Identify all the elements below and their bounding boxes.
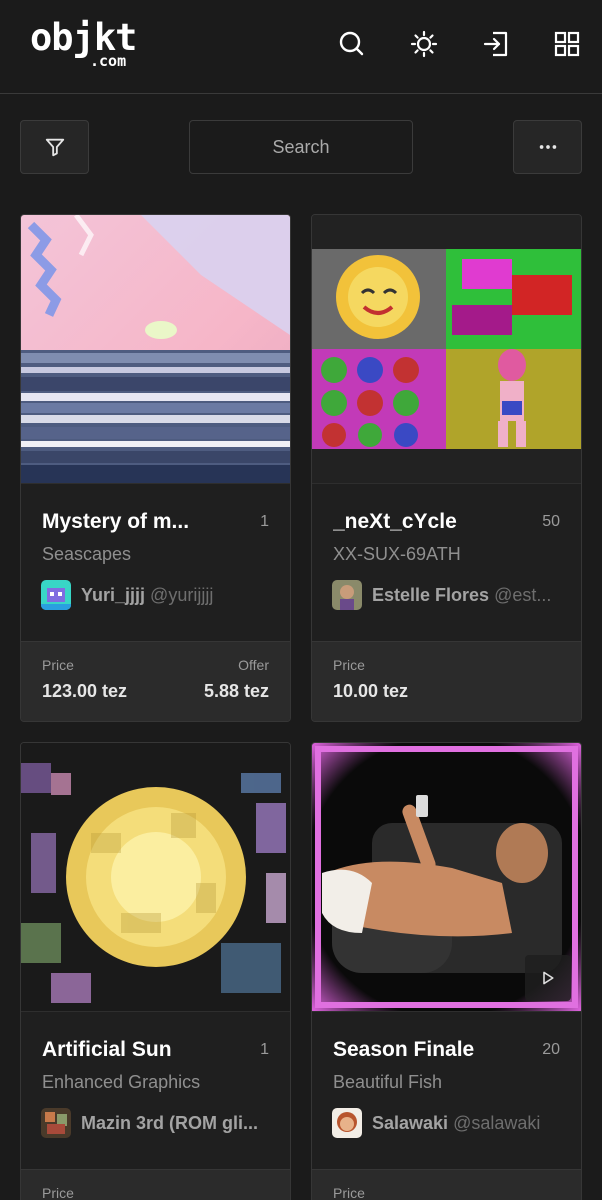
collection-name[interactable]: XX-SUX-69ATH — [333, 544, 461, 565]
token-card[interactable]: _neXt_cYcle 50 XX-SUX-69ATH Estelle Flor… — [311, 214, 582, 722]
creator-handle: @est... — [494, 584, 552, 605]
creator-name: Yuri_jjjj @yurijjjj — [81, 584, 214, 605]
price-value: 123.00 tez — [42, 681, 128, 701]
price-panel: Price 10.00 tez — [312, 641, 581, 721]
token-title[interactable]: Mystery of m... — [42, 510, 242, 534]
creator-name: Salawaki @salawaki — [372, 1112, 541, 1133]
objkt-logo[interactable]: objkt .com — [30, 16, 152, 72]
price-label: Price — [333, 657, 365, 673]
price-label: Price — [42, 1185, 74, 1200]
edition-count: 1 — [260, 513, 269, 530]
more-options-button[interactable] — [513, 120, 582, 174]
artwork-image[interactable] — [21, 743, 290, 1011]
theme-toggle-button[interactable] — [408, 28, 440, 60]
creator[interactable]: Salawaki @salawaki — [332, 1108, 564, 1138]
more-icon — [539, 145, 556, 149]
play-button[interactable] — [525, 955, 571, 1001]
card-info: Season Finale 20 Beautiful Fish Salawaki… — [312, 1011, 581, 1169]
creator-handle: @salawaki — [453, 1112, 541, 1133]
artwork-image[interactable] — [21, 215, 290, 483]
creator-avatar — [332, 1108, 362, 1138]
token-card[interactable]: Season Finale 20 Beautiful Fish Salawaki… — [311, 742, 582, 1200]
creator-name: Mazin 3rd (ROM gli... — [81, 1112, 259, 1133]
token-title[interactable]: Artificial Sun — [42, 1038, 242, 1062]
edition-count: 50 — [542, 513, 560, 530]
collection-name[interactable]: Beautiful Fish — [333, 1072, 442, 1093]
creator-handle: @yurijjjj — [150, 584, 214, 605]
grid-icon — [554, 31, 580, 57]
login-icon — [483, 31, 508, 57]
sun-icon — [410, 30, 438, 58]
card-info: Mystery of m... 1 Seascapes Yuri_jjjj @y… — [21, 483, 290, 641]
menu-grid-button[interactable] — [551, 28, 583, 60]
search-input[interactable]: Search — [189, 120, 413, 174]
token-title[interactable]: Season Finale — [333, 1038, 533, 1062]
edition-count: 1 — [260, 1041, 269, 1058]
creator[interactable]: Yuri_jjjj @yurijjjj — [41, 580, 273, 610]
price-label: Price — [333, 1185, 365, 1200]
collection-name[interactable]: Seascapes — [42, 544, 131, 565]
card-info: Artificial Sun 1 Enhanced Graphics Mazin… — [21, 1011, 290, 1169]
creator[interactable]: Mazin 3rd (ROM gli... — [41, 1108, 273, 1138]
filter-icon — [45, 138, 64, 157]
token-card[interactable]: Mystery of m... 1 Seascapes Yuri_jjjj @y… — [20, 214, 291, 722]
search-icon — [339, 31, 364, 56]
offer-label: Offer — [238, 657, 269, 673]
top-header: objkt .com — [0, 0, 602, 94]
token-title[interactable]: _neXt_cYcle — [333, 510, 533, 534]
price-panel: Price 123.00 tez Offer 5.88 tez — [21, 641, 290, 721]
creator-avatar — [41, 1108, 71, 1138]
artwork-image[interactable] — [312, 215, 581, 483]
artwork-video[interactable] — [312, 743, 581, 1011]
creator-name: Estelle Flores @est... — [372, 584, 552, 605]
toolbar: Search — [0, 120, 602, 174]
creator[interactable]: Estelle Flores @est... — [332, 580, 564, 610]
login-button[interactable] — [480, 28, 512, 60]
logo-subtext: .com — [90, 52, 127, 70]
token-card[interactable]: Artificial Sun 1 Enhanced Graphics Mazin… — [20, 742, 291, 1200]
price-value: 10.00 tez — [333, 681, 409, 701]
collection-name[interactable]: Enhanced Graphics — [42, 1072, 200, 1093]
filter-button[interactable] — [20, 120, 89, 174]
search-button[interactable] — [336, 28, 368, 60]
edition-count: 20 — [542, 1041, 560, 1058]
card-info: _neXt_cYcle 50 XX-SUX-69ATH Estelle Flor… — [312, 483, 581, 641]
offer-value: 5.88 tez — [203, 681, 269, 701]
price-label: Price — [42, 657, 74, 673]
creator-avatar — [332, 580, 362, 610]
price-panel: Price — [312, 1169, 581, 1200]
play-icon — [543, 971, 554, 985]
price-panel: Price — [21, 1169, 290, 1200]
creator-avatar — [41, 580, 71, 610]
